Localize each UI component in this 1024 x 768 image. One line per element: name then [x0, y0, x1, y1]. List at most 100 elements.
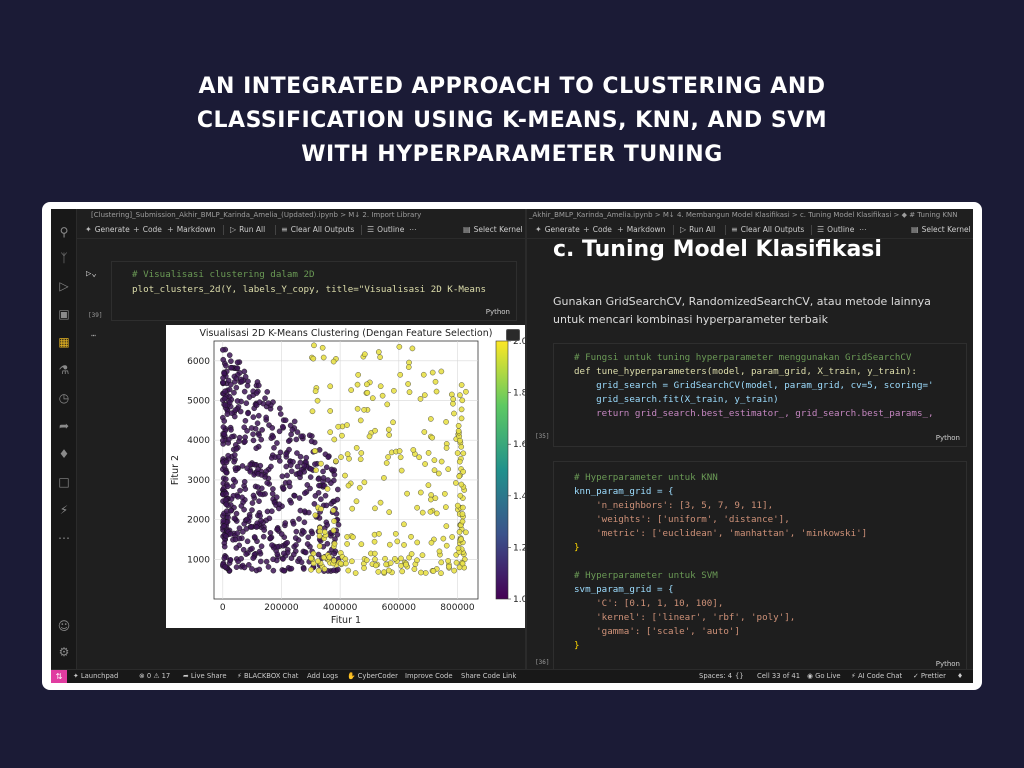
kernel-icon: ▤ [911, 225, 919, 234]
lightning-icon[interactable]: ⚡ [57, 503, 71, 517]
code-cell[interactable]: # Hyperparameter untuk KNN knn_param_gri… [553, 461, 967, 669]
clear-outputs-button[interactable]: ≡ Clear All Outputs [281, 221, 354, 239]
output-more-icon[interactable]: ⋯ [91, 331, 96, 340]
data-point [325, 454, 332, 460]
data-point [228, 427, 234, 433]
data-point [269, 542, 275, 548]
data-point [269, 425, 276, 431]
data-point [222, 388, 228, 395]
data-point [428, 416, 434, 422]
data-point [296, 495, 303, 501]
data-point [256, 548, 263, 555]
select-kernel-button[interactable]: ▤ Select Kernel [911, 221, 971, 239]
timeline-icon[interactable]: ◷ [57, 391, 71, 405]
code-cell[interactable]: # Visualisasi clustering dalam 2D plot_c… [111, 261, 517, 321]
breadcrumb[interactable]: _Akhir_BMLP_Karinda_Amelia.ipynb > M↓ 4.… [527, 209, 973, 221]
add-logs-button[interactable]: Add Logs [307, 670, 338, 683]
code-line: def tune_hyperparameters(model, param_gr… [574, 366, 917, 377]
copy-output-icon[interactable] [506, 329, 520, 341]
data-point [409, 345, 416, 352]
data-point [286, 446, 292, 453]
run-debug-icon[interactable]: ▷ [57, 279, 71, 293]
ai-code-chat-button[interactable]: ⚡ AI Code Chat [851, 670, 902, 683]
cell-language-label[interactable]: Python [936, 660, 960, 668]
prettier-button[interactable]: ✓ Prettier [913, 670, 946, 683]
data-point [309, 408, 316, 415]
data-point [223, 501, 230, 508]
account-icon[interactable]: ☺ [57, 619, 71, 633]
add-markdown-button[interactable]: + Markdown [167, 221, 215, 239]
add-code-button[interactable]: + Code [133, 221, 162, 239]
source-control-icon[interactable]: ᛉ [57, 251, 71, 265]
data-point [307, 474, 314, 480]
remote-explorer-icon[interactable]: ▣ [57, 307, 71, 321]
run-cell-icon[interactable]: ▷⌄ [86, 269, 97, 279]
improve-code-button[interactable]: Improve Code [405, 670, 453, 683]
data-point [459, 560, 466, 567]
testing-icon[interactable]: ⚗ [57, 363, 71, 377]
cell-position-indicator[interactable]: Cell 33 of 41 [757, 670, 800, 683]
data-point [274, 526, 280, 533]
data-point [406, 389, 413, 395]
settings-gear-icon[interactable]: ⚙ [57, 645, 71, 659]
code-line: # Visualisasi clustering dalam 2D [132, 269, 315, 280]
indentation-indicator[interactable]: Spaces: 4 [699, 670, 732, 683]
notebook-pane-right: _Akhir_BMLP_Karinda_Amelia.ipynb > M↓ 4.… [527, 209, 973, 669]
data-point [309, 530, 316, 537]
data-point [431, 457, 438, 463]
cell-language-label[interactable]: Python [936, 434, 960, 442]
notifications-bell-icon[interactable]: ♦ [957, 670, 963, 683]
code-line: grid_search = GridSearchCV(model, param_… [574, 380, 934, 391]
extensions-icon[interactable]: ▦ [57, 335, 71, 349]
select-kernel-button[interactable]: ▤ Select Kernel [463, 221, 523, 239]
chat-icon[interactable]: □ [57, 475, 71, 489]
data-point [358, 541, 365, 547]
code-line: svm_param_grid = { [574, 584, 674, 595]
braces-icon[interactable]: {} [735, 670, 744, 683]
execution-count: [36] [535, 659, 550, 666]
data-point [349, 558, 355, 565]
go-live-button[interactable]: ◉ Go Live [807, 670, 841, 683]
breadcrumb[interactable]: [Clustering]_Submission_Akhir_BMLP_Karin… [77, 209, 525, 221]
data-point [330, 358, 337, 365]
problems-indicator[interactable]: ⊗ 0 ⚠ 17 [139, 670, 170, 683]
outline-button[interactable]: ☰ Outline [367, 221, 404, 239]
data-point [352, 570, 359, 576]
data-point [294, 463, 301, 470]
data-point [232, 465, 239, 471]
cybercoder-button[interactable]: ✋ CyberCoder [347, 670, 398, 683]
colorbar [495, 340, 509, 600]
data-point [311, 448, 318, 454]
remote-indicator-icon[interactable]: ⇅ [51, 670, 67, 683]
data-point [231, 458, 237, 465]
data-point [263, 468, 270, 475]
generate-button[interactable]: ✦ Generate [85, 221, 130, 239]
data-point [310, 355, 317, 362]
data-point [406, 359, 412, 366]
data-point [304, 541, 311, 547]
data-point [234, 359, 241, 366]
more-icon[interactable]: ⋯ [57, 531, 71, 545]
python-icon[interactable]: ♦ [57, 447, 71, 461]
data-point [405, 381, 411, 387]
markdown-paragraph: Gunakan GridSearchCV, RandomizedSearchCV… [553, 295, 931, 326]
run-all-button[interactable]: ▷ Run All [230, 221, 265, 239]
y-tick-label: 1000 [187, 555, 210, 565]
colorbar-tick-label: 1.2 [513, 543, 525, 553]
search-icon[interactable]: ⚲ [57, 225, 71, 239]
launchpad-button[interactable]: ✦ Launchpad [73, 670, 118, 683]
blackbox-chat-button[interactable]: ⚡ BLACKBOX Chat [237, 670, 298, 683]
data-point [241, 478, 248, 485]
cell-language-label[interactable]: Python [486, 308, 510, 316]
live-share-icon[interactable]: ➦ [57, 419, 71, 433]
data-point [266, 515, 273, 522]
data-point [348, 387, 354, 393]
data-point [319, 344, 326, 351]
code-cell[interactable]: # Fungsi untuk tuning hyperparameter men… [553, 343, 967, 447]
data-point [398, 555, 404, 562]
more-actions-button[interactable]: ⋯ [409, 221, 417, 239]
data-point [446, 563, 452, 570]
share-code-link-button[interactable]: Share Code Link [461, 670, 516, 683]
live-share-button[interactable]: ➦ Live Share [183, 670, 227, 683]
data-point [453, 480, 459, 486]
